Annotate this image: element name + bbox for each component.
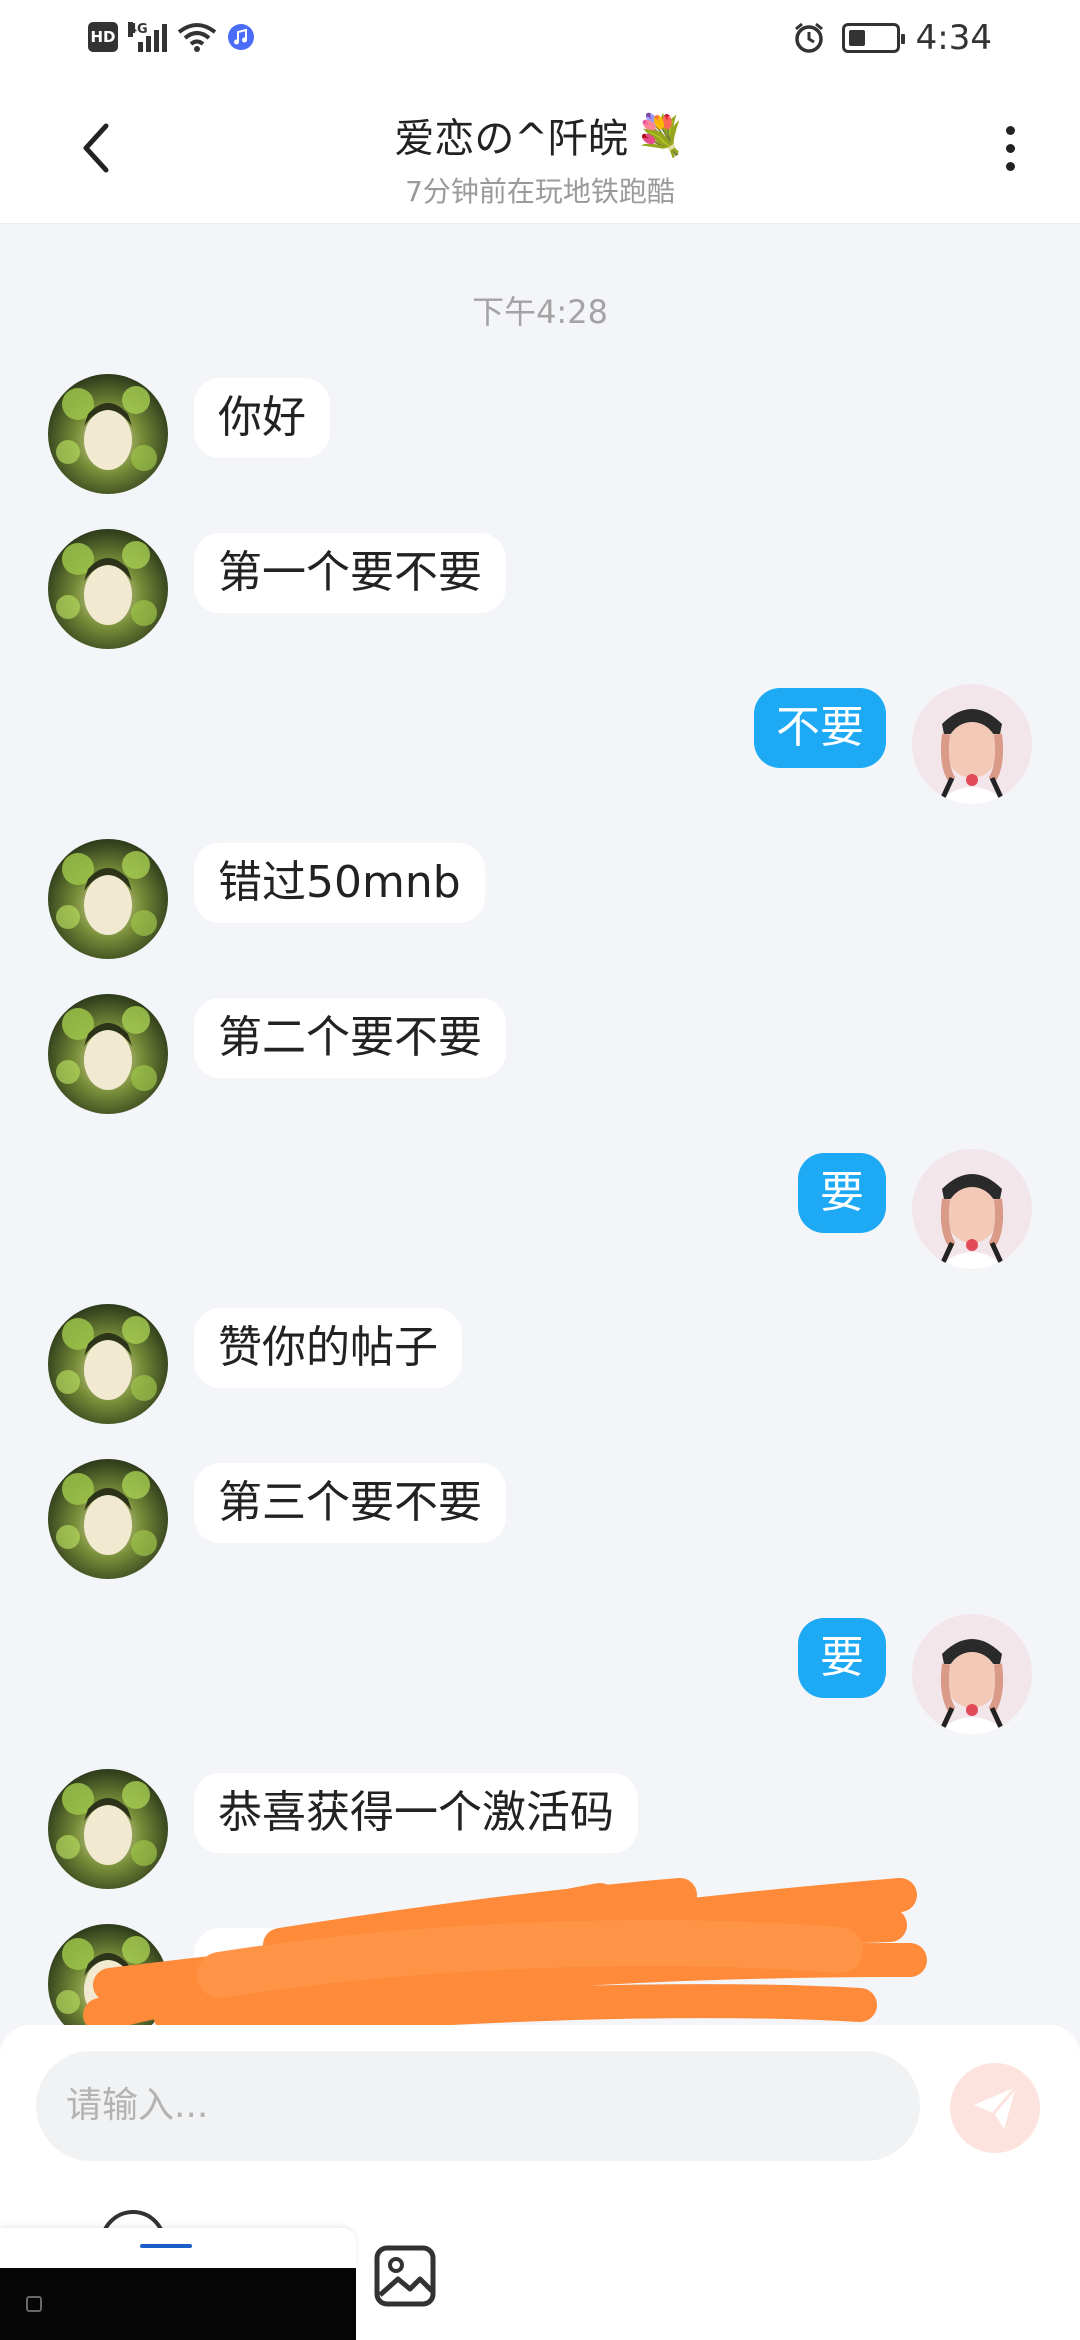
chat-title: 爱恋の^阡皖 💐 <box>394 106 685 164</box>
more-icon <box>1005 125 1015 135</box>
floating-window-body <box>0 2268 356 2340</box>
outgoing-message: 要 <box>798 1149 1032 1269</box>
status-bar: HD 4G 4:34 <box>0 0 1080 84</box>
incoming-message: 第三个要不要 <box>48 1459 506 1579</box>
message-bubble[interactable]: 要 <box>798 1618 886 1698</box>
chat-header: 爱恋の^阡皖 💐 7分钟前在玩地铁跑酷 <box>0 84 1080 224</box>
redaction-scribble <box>83 1878 927 2025</box>
alarm-icon <box>794 22 823 53</box>
message-bubble[interactable]: 赞你的帖子 <box>194 1308 462 1388</box>
status-right: 4:34 <box>792 18 992 58</box>
message-bubble[interactable]: 恭喜获得一个激活码 <box>194 1773 638 1853</box>
hd-badge: HD <box>88 22 118 52</box>
floating-window[interactable] <box>0 2228 356 2340</box>
more-icon-dot <box>1005 143 1015 153</box>
user-avatar[interactable] <box>912 1149 1032 1269</box>
message-bubble[interactable]: 不要 <box>754 688 886 768</box>
message-bubble[interactable]: 第三个要不要 <box>194 1463 506 1543</box>
image-icon[interactable] <box>374 2245 436 2307</box>
message-bubble[interactable]: 要 <box>798 1153 886 1233</box>
status-time: 4:34 <box>915 18 992 58</box>
user-avatar[interactable] <box>912 1614 1032 1734</box>
more-icon-dot <box>1005 161 1015 171</box>
contact-avatar[interactable] <box>48 374 168 494</box>
status-left: HD 4G <box>88 22 255 52</box>
send-button[interactable] <box>950 2063 1040 2153</box>
contact-status: 7分钟前在玩地铁跑酷 <box>405 175 675 208</box>
message-input[interactable]: 请输入... <box>36 2051 920 2161</box>
contact-avatar[interactable] <box>48 839 168 959</box>
incoming-message: 赞你的帖子 <box>48 1304 462 1424</box>
floating-window-handle[interactable] <box>0 2228 356 2268</box>
more-button[interactable] <box>980 118 1040 178</box>
message-bubble[interactable]: 第一个要不要 <box>194 533 506 613</box>
contact-name: 爱恋の^阡皖 <box>394 116 628 162</box>
contact-avatar[interactable] <box>48 994 168 1114</box>
signal-icon: 4G <box>128 22 167 52</box>
user-avatar[interactable] <box>912 684 1032 804</box>
flower-emoji-icon: 💐 <box>635 112 686 159</box>
message-timestamp: 下午4:28 <box>472 293 608 331</box>
send-icon <box>974 2086 1018 2129</box>
incoming-message: 你好 <box>48 374 330 494</box>
contact-avatar[interactable] <box>48 529 168 649</box>
incoming-message: 第二个要不要 <box>48 994 506 1114</box>
incoming-message: 第一个要不要 <box>48 529 506 649</box>
outgoing-message: 要 <box>798 1614 1032 1734</box>
window-icon <box>26 2296 42 2312</box>
network-type: 4G <box>128 22 148 37</box>
contact-avatar[interactable] <box>48 1459 168 1579</box>
message-bubble[interactable]: 错过50mnb <box>194 843 485 923</box>
title-block: 爱恋の^阡皖 💐 7分钟前在玩地铁跑酷 <box>0 106 1080 210</box>
incoming-message: 错过50mnb <box>48 839 485 959</box>
wifi-icon <box>177 23 217 52</box>
message-bubble[interactable]: 第二个要不要 <box>194 998 506 1078</box>
contact-avatar[interactable] <box>48 1304 168 1424</box>
message-bubble[interactable]: 你好 <box>194 378 330 458</box>
outgoing-message: 不要 <box>754 684 1032 804</box>
handle-indicator <box>140 2244 192 2248</box>
message-list[interactable]: 下午4:28 你好 第一个要不要 不要 错过50mnb 第二个要不要 要 赞你的… <box>0 225 1080 2025</box>
battery-icon <box>841 23 905 53</box>
music-app-icon <box>228 24 254 50</box>
